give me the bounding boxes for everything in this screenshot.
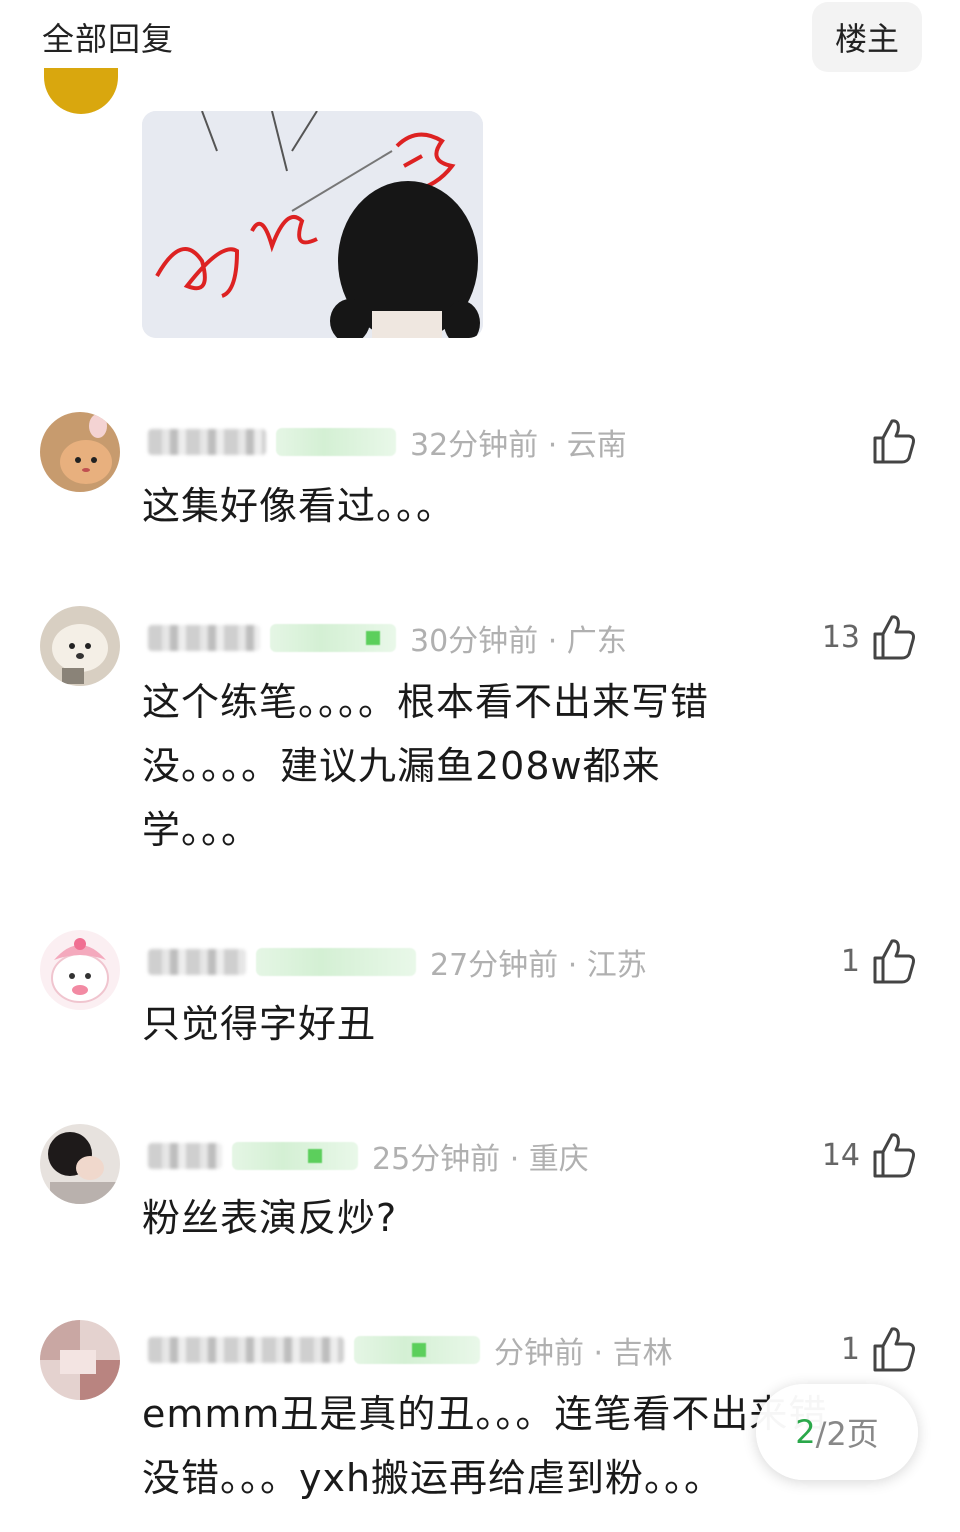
comment-meta: 27分钟前 · 江苏 [148, 942, 647, 983]
like-count: 13 [821, 619, 860, 655]
comment-meta: 25分钟前 · 重庆 [148, 1136, 589, 1177]
username[interactable] [148, 949, 246, 975]
avatar[interactable] [40, 930, 120, 1010]
comment-text: 这集好像看过。。。 [142, 484, 456, 528]
photo-avatar-image [40, 1320, 120, 1400]
cartoon-avatar-image [40, 930, 120, 1010]
like-button[interactable]: 14 [822, 1130, 916, 1180]
user-badge [276, 428, 396, 456]
total-pages: /2页 [815, 1415, 879, 1453]
like-button[interactable]: 1 [841, 936, 916, 986]
timestamp-location: 分钟前 · 吉林 [494, 1336, 673, 1371]
user-badge [256, 948, 416, 976]
username[interactable] [148, 625, 260, 651]
thumbs-up-icon [873, 1133, 915, 1178]
timestamp-location: 27分钟前 · 江苏 [430, 948, 647, 983]
timestamp-location: 32分钟前 · 云南 [410, 428, 627, 463]
timestamp-location: 30分钟前 · 广东 [410, 624, 627, 659]
thumbs-up-icon [873, 615, 915, 660]
page-indicator[interactable]: 2/2页 [756, 1384, 918, 1480]
avatar[interactable] [40, 412, 120, 492]
like-count: 14 [821, 1137, 860, 1173]
avatar[interactable] [40, 606, 120, 686]
current-page: 2 [795, 1413, 816, 1451]
like-button[interactable] [860, 416, 916, 466]
thumbs-up-icon [873, 939, 915, 984]
like-count: 1 [840, 943, 860, 979]
avatar[interactable] [40, 1320, 120, 1400]
photo-avatar-image [40, 1124, 120, 1204]
like-button[interactable]: 1 [841, 1324, 916, 1374]
user-badge [270, 624, 396, 652]
author-only-button[interactable]: 楼主 [812, 2, 922, 72]
user-badge [354, 1336, 480, 1364]
username[interactable] [148, 429, 266, 455]
comment-meta: 32分钟前 · 云南 [148, 422, 627, 463]
username[interactable] [148, 1143, 222, 1169]
avatar[interactable] [40, 1124, 120, 1204]
timestamp-location: 25分钟前 · 重庆 [372, 1142, 589, 1177]
user-badge [232, 1142, 358, 1170]
comment-text: 粉丝表演反炒? [142, 1196, 398, 1240]
thumbs-up-icon [873, 419, 915, 464]
bottom-fade [0, 1500, 960, 1532]
comment-image[interactable] [142, 111, 483, 338]
comment-text: 只觉得字好丑 [142, 1002, 377, 1046]
avatar[interactable] [44, 68, 118, 114]
dog-avatar-image [40, 606, 120, 686]
cat-avatar-image [40, 412, 120, 492]
whiteboard-photo [142, 111, 483, 338]
thumbs-up-icon [873, 1327, 915, 1372]
comment-meta: 分钟前 · 吉林 [148, 1330, 673, 1371]
username[interactable] [148, 1337, 344, 1363]
comment-meta: 30分钟前 · 广东 [148, 618, 627, 659]
like-count: 1 [840, 1331, 860, 1367]
page-title: 全部回复 [42, 20, 175, 58]
comment-text: 这个练笔。。。。根本看不出来写错 没。。。。建议九漏鱼208w都来 学。。。 [142, 680, 710, 852]
like-button[interactable]: 13 [822, 612, 916, 662]
